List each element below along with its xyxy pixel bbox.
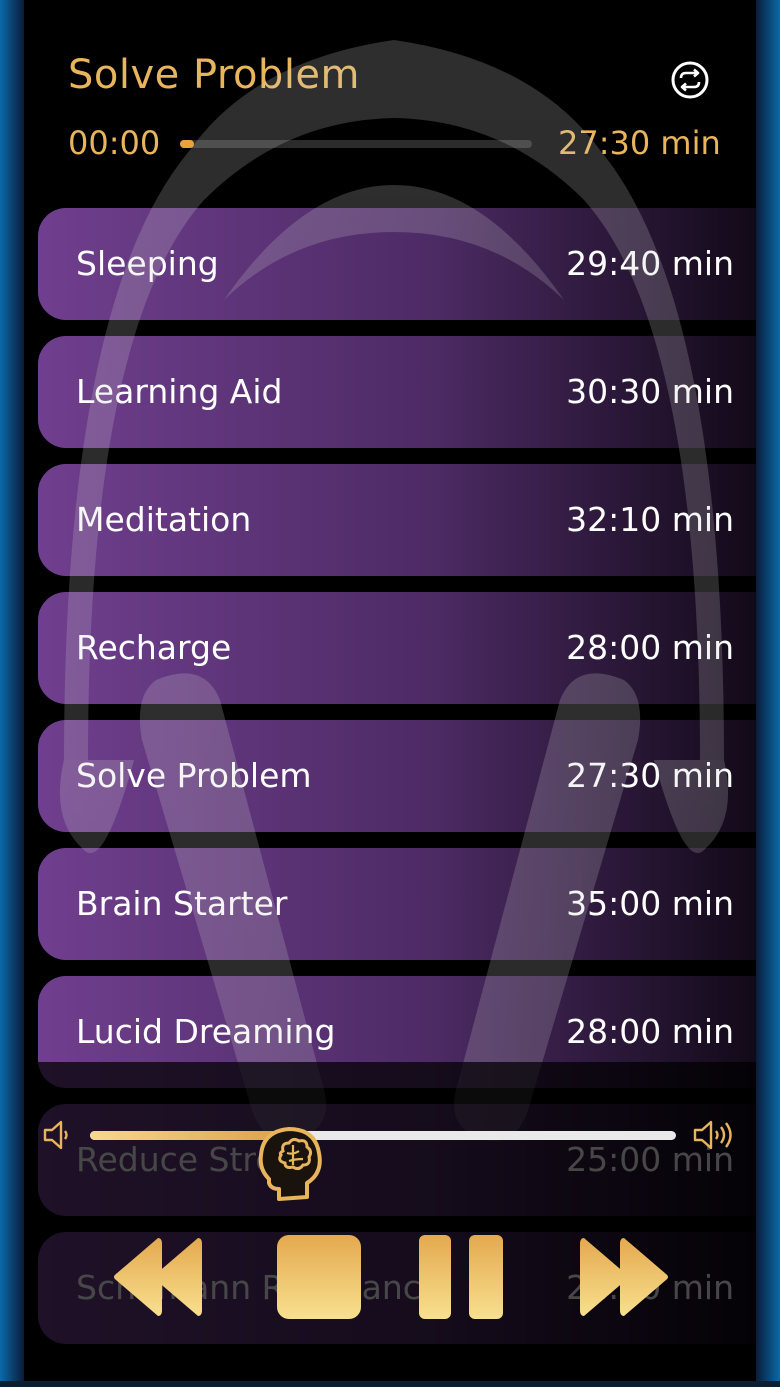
volume-control (24, 1100, 756, 1201)
track-duration: 30:30 min (566, 372, 734, 411)
volume-slider[interactable] (90, 1127, 676, 1201)
volume-high-icon[interactable] (692, 1118, 738, 1152)
brain-head-icon[interactable] (253, 1123, 327, 1207)
stop-icon[interactable] (276, 1234, 362, 1320)
track-name: Recharge (76, 628, 232, 667)
track-item[interactable]: Meditation 32:10 min (38, 464, 756, 576)
track-item[interactable]: Learning Aid 30:30 min (38, 336, 756, 448)
track-item[interactable]: Brain Starter 35:00 min (38, 848, 756, 960)
repeat-icon[interactable] (670, 60, 710, 100)
track-name: Learning Aid (76, 372, 283, 411)
track-name: Sleeping (76, 244, 219, 283)
current-time: 00:00 (68, 124, 161, 162)
progress-fill (180, 140, 195, 148)
volume-low-icon[interactable] (42, 1118, 72, 1152)
now-playing-title: Solve Problem (68, 52, 361, 98)
track-duration: 27:30 min (566, 756, 734, 795)
track-duration: 29:40 min (566, 244, 734, 283)
track-name: Meditation (76, 500, 252, 539)
transport-controls (24, 1234, 756, 1324)
fast-forward-icon[interactable] (580, 1234, 670, 1320)
track-duration: 35:00 min (566, 884, 734, 923)
player-screen: Solve Problem 00:00 27:30 min Sleeping 29… (24, 0, 756, 1381)
track-name: Lucid Dreaming (76, 1012, 336, 1051)
track-item[interactable]: Sleeping 29:40 min (38, 208, 756, 320)
track-name: Brain Starter (76, 884, 288, 923)
track-item[interactable]: Recharge 28:00 min (38, 592, 756, 704)
track-duration: 32:10 min (566, 500, 734, 539)
track-item[interactable]: Solve Problem 27:30 min (38, 720, 756, 832)
total-time: 27:30 min (558, 124, 721, 162)
progress-bar[interactable] (180, 140, 532, 148)
track-name: Solve Problem (76, 756, 312, 795)
track-duration: 28:00 min (566, 628, 734, 667)
track-duration: 28:00 min (566, 1012, 734, 1051)
pause-icon[interactable] (418, 1234, 504, 1320)
rewind-icon[interactable] (112, 1234, 202, 1320)
bottom-strip (0, 1381, 780, 1387)
